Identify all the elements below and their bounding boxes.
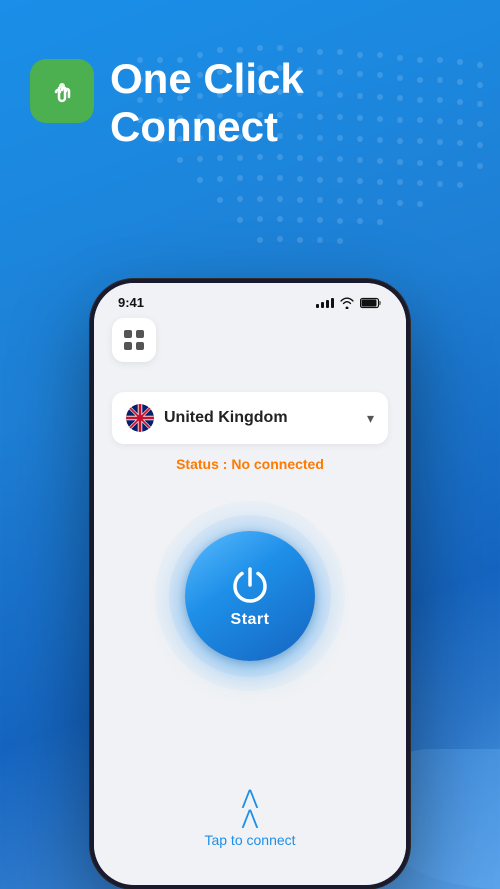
app-title: One Click Connect xyxy=(110,55,304,152)
connection-status: No connected xyxy=(231,456,324,472)
uk-flag-icon xyxy=(126,404,154,432)
tap-to-connect[interactable]: ⋀⋀ Tap to connect xyxy=(204,788,295,848)
phone-mockup: 9:41 xyxy=(90,279,410,889)
header: One Click Connect xyxy=(0,0,500,172)
app-content: United Kingdom ▾ Status : No connected xyxy=(94,314,406,876)
chevron-down-icon: ▾ xyxy=(367,410,374,427)
country-selector[interactable]: United Kingdom ▾ xyxy=(112,392,388,444)
status-time: 9:41 xyxy=(118,295,144,310)
status-icons xyxy=(316,297,382,309)
chevrons-up-icon: ⋀⋀ xyxy=(242,788,258,828)
country-left: United Kingdom xyxy=(126,404,288,432)
header-text: One Click Connect xyxy=(110,55,304,152)
status-bar: 9:41 xyxy=(94,283,406,314)
power-icon xyxy=(228,563,272,607)
menu-button[interactable] xyxy=(112,318,156,362)
wifi-icon xyxy=(339,297,355,309)
power-button[interactable]: Start xyxy=(185,531,315,661)
status-text: Status : No connected xyxy=(176,456,324,472)
phone-frame: 9:41 xyxy=(90,279,410,889)
tap-connect-label: Tap to connect xyxy=(204,832,295,848)
signal-bars-icon xyxy=(316,298,334,308)
start-label: Start xyxy=(231,611,270,629)
app-icon xyxy=(30,59,94,123)
grid-dots-icon xyxy=(124,330,144,350)
battery-icon xyxy=(360,297,382,309)
touch-icon xyxy=(43,72,81,110)
country-name: United Kingdom xyxy=(164,409,288,427)
phone-screen: 9:41 xyxy=(94,283,406,885)
power-button-area: Start xyxy=(150,496,350,696)
